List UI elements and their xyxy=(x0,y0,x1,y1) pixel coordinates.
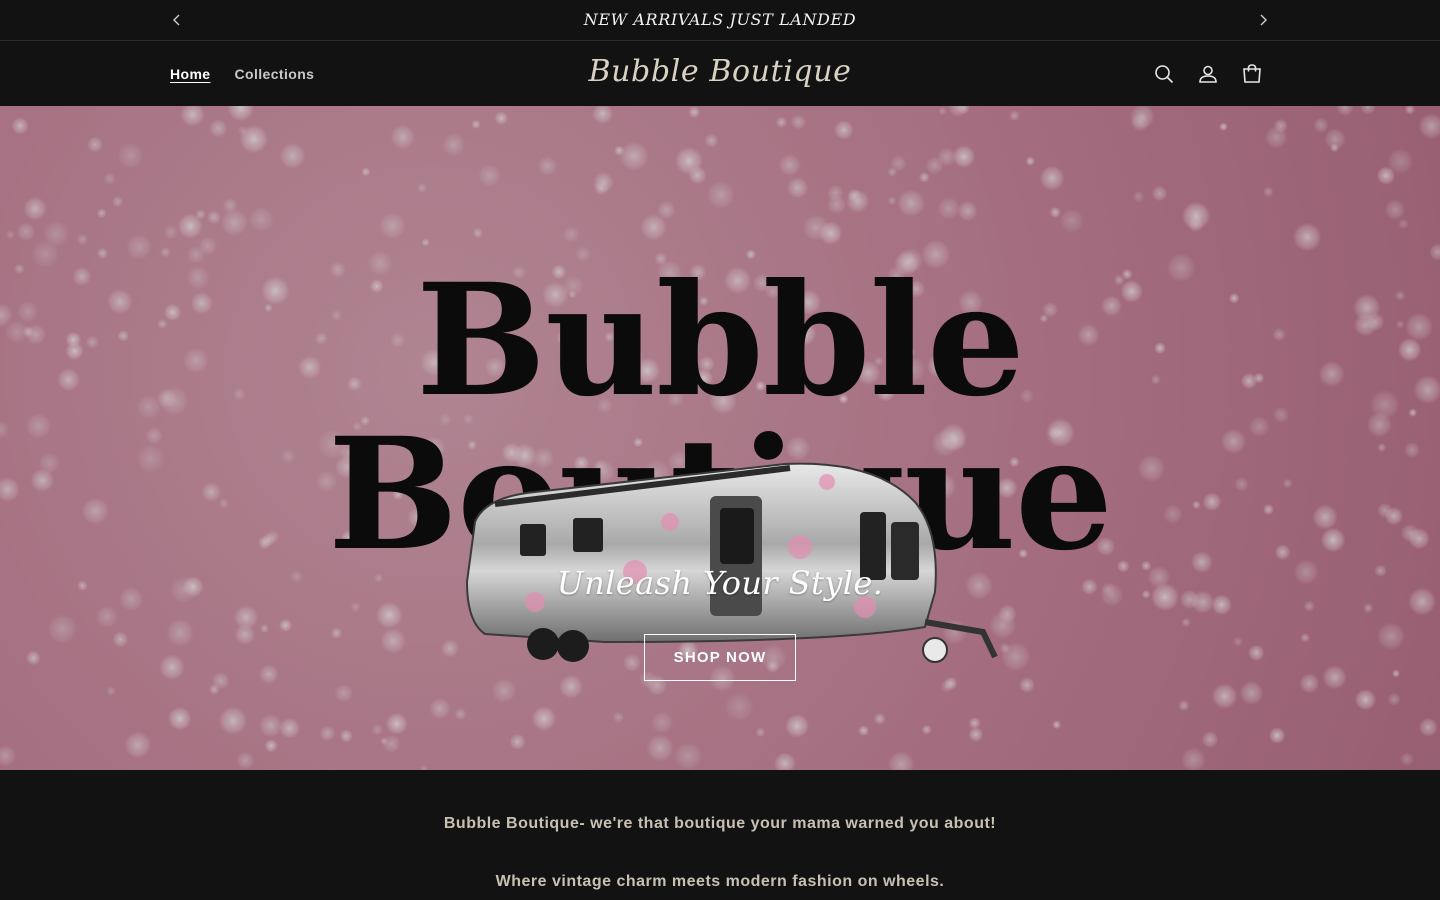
shop-now-button[interactable]: SHOP NOW xyxy=(644,634,796,681)
chevron-right-icon[interactable] xyxy=(1255,12,1271,28)
site-header: Home Collections Bubble Boutique xyxy=(0,42,1440,106)
intro-line-2: Where vintage charm meets modern fashion… xyxy=(495,873,945,890)
hero-banner: Bubble Boutique Unleash Your Style. S xyxy=(0,106,1440,770)
account-icon[interactable] xyxy=(1196,62,1220,86)
intro-section: Bubble Boutique- we're that boutique you… xyxy=(0,770,1440,900)
intro-line-1: Bubble Boutique- we're that boutique you… xyxy=(443,815,997,832)
hero-tagline: Unleash Your Style. xyxy=(556,564,884,602)
search-icon[interactable] xyxy=(1152,62,1176,86)
announcement-message[interactable]: NEW ARRIVALS JUST LANDED xyxy=(0,10,1440,29)
announcement-bar: NEW ARRIVALS JUST LANDED xyxy=(0,0,1440,41)
header-icons xyxy=(1152,62,1264,86)
cart-icon[interactable] xyxy=(1240,62,1264,86)
